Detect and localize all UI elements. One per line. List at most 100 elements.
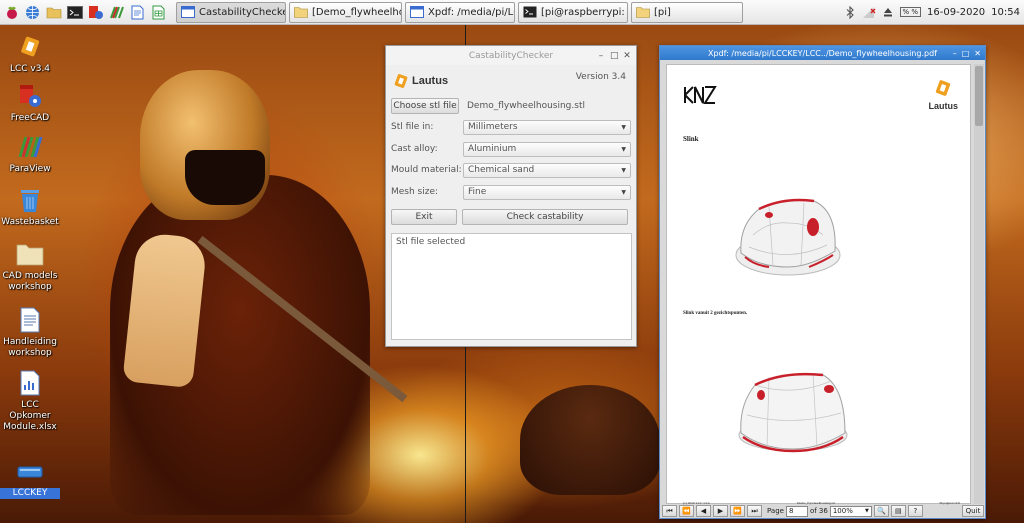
mould-value: Chemical sand — [468, 165, 535, 175]
xpdf-toolbar: ⏮ ⏪ ◀ ▶ ⏩ ⏭ Page 8 of 36 100% ▼ 🔍 ▤ ? Qu… — [662, 504, 984, 518]
last-page-icon[interactable]: ⏭ — [747, 505, 762, 517]
close-icon[interactable]: ✕ — [623, 51, 631, 61]
units-select[interactable]: Millimeters ▼ — [463, 119, 631, 135]
taskbar: CastabilityChecker [Demo_flywheelhous...… — [0, 0, 1024, 25]
mould-select[interactable]: Chemical sand ▼ — [463, 162, 631, 178]
page-label: Page — [767, 507, 784, 515]
maximize-icon[interactable]: □ — [610, 51, 619, 61]
units-label: Stl file in: — [391, 122, 434, 132]
desktop-icon-cad-models[interactable]: CAD models workshop — [0, 240, 60, 293]
chevron-down-icon: ▼ — [621, 166, 626, 174]
desktop-icon-lcc[interactable]: LCC v3.4 — [0, 33, 60, 75]
zoom-select[interactable]: 100% ▼ — [829, 505, 872, 517]
paraview-launcher-icon[interactable] — [107, 3, 126, 22]
document-icon — [16, 306, 44, 334]
task-xpdf[interactable]: Xpdf: /media/pi/LCC... — [405, 1, 515, 23]
page-subheading: Slink vanuit 2 gezichtspunten. — [683, 311, 748, 316]
bluetooth-icon[interactable] — [843, 5, 857, 19]
desktop-icon-wastebasket[interactable]: Wastebasket — [0, 186, 60, 228]
forward-many-icon[interactable]: ⏩ — [730, 505, 745, 517]
version-label: Version 3.4 — [575, 72, 626, 82]
minimize-icon[interactable]: – — [953, 49, 957, 58]
cpu-usage-indicator: % % — [899, 7, 922, 17]
lautus-logo-icon — [936, 80, 951, 96]
log-text: Stl file selected — [396, 237, 466, 247]
wallpaper-ladle — [520, 385, 660, 495]
task-label: CastabilityChecker — [199, 6, 286, 18]
alloy-row: Cast alloy: Aluminium ▼ — [391, 141, 631, 157]
terminal-icon[interactable] — [65, 3, 84, 22]
desktop-icon-paraview[interactable]: ParaView — [0, 133, 60, 175]
maximize-icon[interactable]: □ — [962, 49, 970, 58]
page-logo-text: Lautus — [928, 101, 958, 111]
system-tray: % % 16-09-2020 10:54 — [838, 0, 1024, 25]
mesh-label: Mesh size: — [391, 187, 439, 197]
task-label: [Demo_flywheelhous... — [312, 6, 401, 18]
eject-icon[interactable] — [881, 5, 895, 19]
print-icon[interactable]: ▤ — [890, 505, 906, 517]
mesh-select[interactable]: Fine ▼ — [463, 184, 631, 200]
output-log[interactable]: Stl file selected — [391, 233, 632, 340]
desktop-icon-label: FreeCAD — [10, 113, 50, 123]
desktop-icon-lcc-opkomer[interactable]: LCC Opkomer Module.xlsx — [0, 369, 60, 433]
scrollbar-thumb[interactable] — [975, 66, 983, 126]
vertical-scrollbar[interactable] — [974, 64, 984, 504]
wallpaper-visor — [185, 150, 265, 205]
window-icon — [181, 6, 195, 18]
network-disconnected-icon[interactable] — [862, 5, 876, 19]
chevron-down-icon: ▼ — [621, 145, 626, 153]
alloy-select[interactable]: Aluminium ▼ — [463, 141, 631, 157]
window-title: Xpdf: /media/pi/LCCKEY/LCC../Demo_flywhe… — [708, 48, 937, 58]
document-launcher-icon[interactable] — [128, 3, 147, 22]
date-label: 16-09-2020 — [927, 6, 986, 18]
alloy-value: Aluminium — [468, 144, 517, 154]
minimize-icon[interactable]: – — [597, 51, 605, 61]
zoom-value: 100% — [832, 507, 853, 515]
wastebasket-icon — [16, 186, 44, 214]
task-terminal[interactable]: [pi@raspberrypi: ~] — [518, 1, 628, 23]
casting-model-top-view — [735, 198, 841, 276]
find-icon[interactable]: 🔍 — [873, 505, 889, 517]
raspberry-menu-icon[interactable] — [2, 3, 21, 22]
page-number-input[interactable]: 8 — [785, 505, 808, 517]
freecad-icon — [16, 82, 44, 110]
check-castability-button[interactable]: Check castability — [462, 209, 628, 225]
next-page-icon[interactable]: ▶ — [713, 505, 728, 517]
close-icon[interactable]: ✕ — [974, 49, 981, 58]
desktop-icon-label: LCC v3.4 — [9, 64, 51, 74]
spreadsheet-launcher-icon[interactable] — [149, 3, 168, 22]
previous-page-icon[interactable]: ◀ — [696, 505, 711, 517]
desktop-icon-label: Wastebasket — [1, 217, 59, 227]
window-titlebar[interactable]: CastabilityChecker – □ ✕ — [386, 46, 636, 65]
freecad-launcher-icon[interactable] — [86, 3, 105, 22]
xpdf-window: Xpdf: /media/pi/LCCKEY/LCC../Demo_flywhe… — [659, 45, 986, 519]
task-castabilitychecker[interactable]: CastabilityChecker — [176, 1, 286, 23]
exit-button[interactable]: Exit — [391, 209, 457, 225]
desktop-icon-label: CAD models workshop — [2, 271, 58, 292]
help-icon[interactable]: ? — [907, 505, 923, 517]
mesh-value: Fine — [468, 187, 487, 197]
task-pi-folder[interactable]: [pi] — [631, 1, 743, 23]
task-label: [pi] — [654, 6, 671, 18]
window-titlebar[interactable]: Xpdf: /media/pi/LCCKEY/LCC../Demo_flywhe… — [660, 46, 985, 60]
desktop-icon-handleiding[interactable]: Handleiding workshop — [0, 306, 60, 359]
mould-row: Mould material: Chemical sand ▼ — [391, 162, 631, 178]
file-manager-icon[interactable] — [44, 3, 63, 22]
terminal-icon — [523, 6, 537, 18]
quit-button[interactable]: Quit — [962, 505, 984, 517]
spreadsheet-icon — [16, 369, 44, 397]
task-demo-flywheelhousing-folder[interactable]: [Demo_flywheelhous... — [289, 1, 402, 23]
desktop-icon-label: Handleiding workshop — [3, 337, 57, 358]
chevron-down-icon: ▼ — [621, 188, 626, 196]
first-page-icon[interactable]: ⏮ — [662, 505, 677, 517]
folder-icon — [294, 7, 308, 18]
pdf-page[interactable]: Lautus Slink Slink vanuit 2 gezichtspunt… — [666, 64, 971, 505]
desktop-icon-freecad[interactable]: FreeCAD — [0, 82, 60, 124]
clock-label[interactable]: 10:54 — [991, 7, 1020, 18]
units-row: Stl file in: Millimeters ▼ — [391, 119, 631, 135]
alloy-label: Cast alloy: — [391, 144, 438, 154]
back-many-icon[interactable]: ⏪ — [679, 505, 694, 517]
desktop-icon-lcckey[interactable]: LCCKEY — [0, 457, 60, 499]
choose-stl-button[interactable]: Choose stl file — [391, 98, 459, 114]
web-browser-icon[interactable] — [23, 3, 42, 22]
